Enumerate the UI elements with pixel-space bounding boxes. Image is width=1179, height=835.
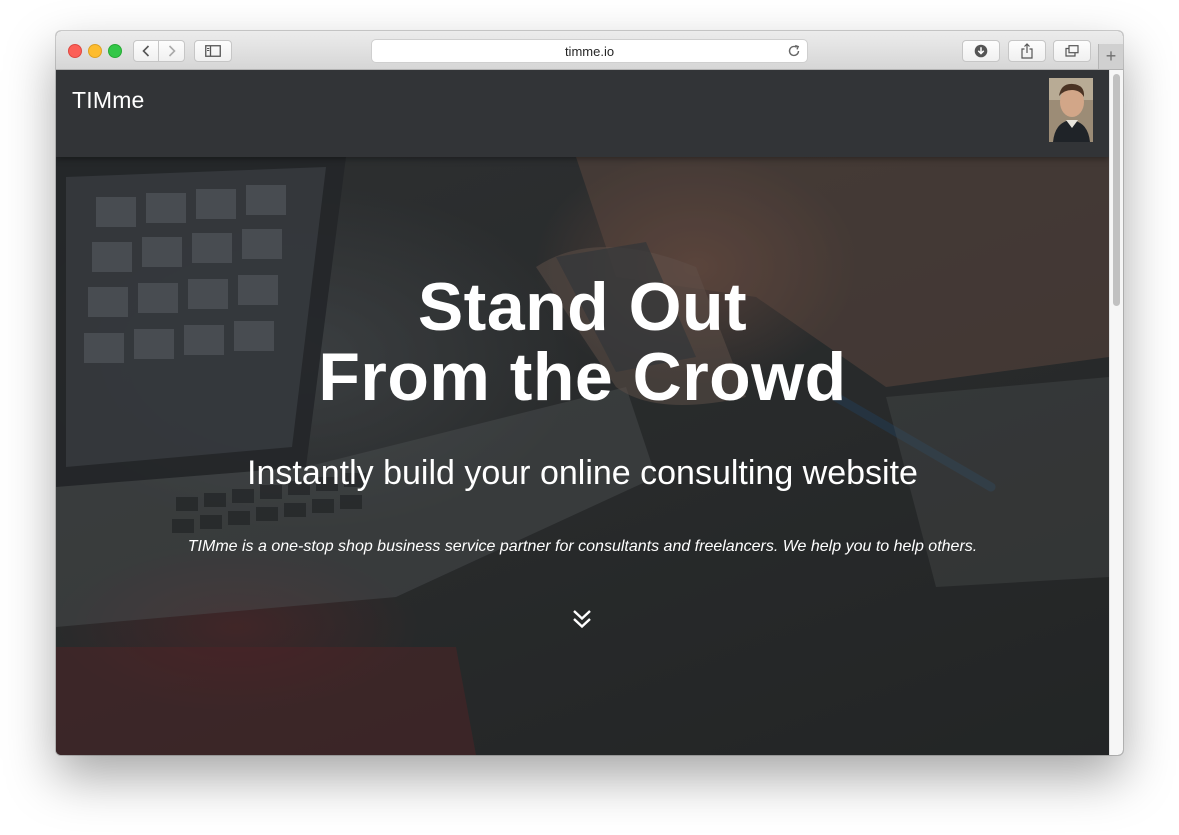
chevron-left-icon	[142, 45, 150, 57]
scrollbar-thumb[interactable]	[1113, 74, 1120, 306]
share-icon	[1021, 43, 1033, 59]
new-tab-button[interactable]: +	[1098, 44, 1123, 69]
zoom-window-button[interactable]	[108, 44, 122, 58]
user-avatar[interactable]	[1049, 78, 1093, 142]
address-bar[interactable]: timme.io	[371, 39, 808, 63]
scroll-down-button[interactable]	[570, 607, 594, 631]
sidebar-icon	[205, 45, 221, 57]
hero-description: TIMme is a one-stop shop business servic…	[187, 538, 978, 555]
site-logo[interactable]: TIMme	[72, 87, 145, 114]
back-button[interactable]	[133, 40, 159, 62]
chevron-right-icon	[168, 45, 176, 57]
url-text: timme.io	[564, 44, 615, 59]
tabs-overview-button[interactable]	[1053, 40, 1091, 62]
hero-subtitle: Instantly build your online consulting w…	[247, 454, 918, 492]
hero-title-line-2: From the Crowd	[318, 339, 847, 415]
double-chevron-down-icon	[573, 610, 591, 629]
minimize-window-button[interactable]	[88, 44, 102, 58]
hero-title: Stand Out From the Crowd	[56, 272, 1109, 412]
forward-button[interactable]	[159, 40, 185, 62]
plus-icon: +	[1105, 46, 1117, 66]
share-button[interactable]	[1008, 40, 1046, 62]
history-nav	[133, 40, 185, 62]
page-scrollbar[interactable]	[1109, 70, 1123, 755]
site-header: TIMme	[56, 70, 1109, 157]
downloads-button[interactable]	[962, 40, 1000, 62]
browser-window: timme.io + TIMme Stand Out From the Crow…	[56, 31, 1123, 755]
browser-toolbar: timme.io +	[56, 31, 1123, 70]
reload-icon[interactable]	[787, 44, 801, 63]
tabs-icon	[1065, 45, 1079, 57]
hero-title-line-1: Stand Out	[417, 269, 748, 345]
page-viewport: TIMme Stand Out From the Crowd Instantly…	[56, 70, 1109, 755]
close-window-button[interactable]	[68, 44, 82, 58]
sidebar-button[interactable]	[194, 40, 232, 62]
download-icon	[974, 44, 988, 58]
hero-section: Stand Out From the Crowd Instantly build…	[56, 157, 1109, 755]
